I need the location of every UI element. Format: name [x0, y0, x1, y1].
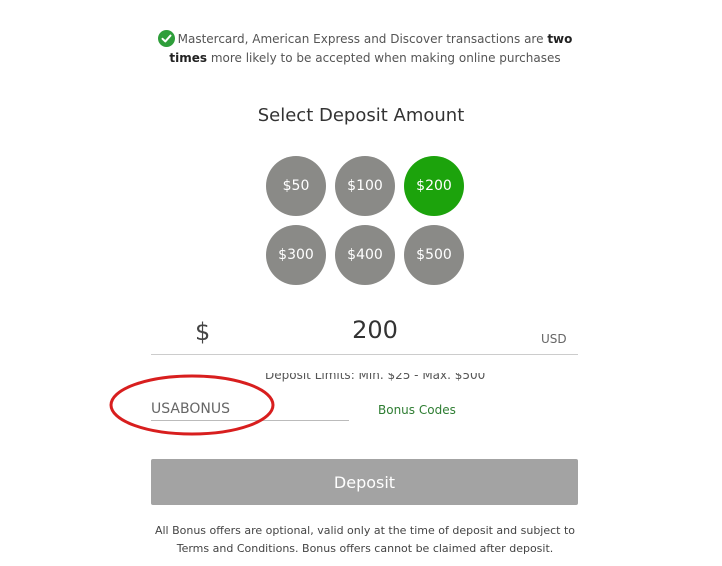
section-title: Select Deposit Amount [257, 105, 465, 126]
currency-unit: USD [541, 332, 567, 346]
deposit-limits-text: Deposit Limits: Min. $25 - Max. $500 [265, 373, 486, 382]
amount-option-300[interactable]: $300 [266, 225, 326, 285]
check-circle-icon [157, 30, 175, 47]
card-acceptance-notice: Mastercard, American Express and Discove… [150, 30, 580, 68]
amount-option-400[interactable]: $400 [335, 225, 395, 285]
bonus-codes-link[interactable]: Bonus Codes [378, 403, 456, 417]
deposit-limits: Deposit Limits: Min. $25 - Max. $500 [265, 373, 485, 382]
amount-underline [151, 354, 578, 355]
currency-symbol: $ [195, 318, 211, 346]
amount-option-label: $50 [282, 178, 310, 194]
amount-value[interactable]: 200 [260, 316, 490, 344]
amount-option-label: $200 [416, 178, 452, 194]
amount-option-label: $400 [347, 247, 383, 263]
bonus-disclaimer: All Bonus offers are optional, valid onl… [140, 522, 590, 558]
notice-bold-two: two [547, 32, 573, 46]
notice-bold-times: times [169, 51, 207, 65]
amount-option-50[interactable]: $50 [266, 156, 326, 216]
deposit-button[interactable]: Deposit [151, 459, 578, 505]
amount-option-label: $300 [278, 247, 314, 263]
annotation-circle [109, 374, 275, 436]
amount-option-label: $100 [347, 178, 383, 194]
amount-option-500[interactable]: $500 [404, 225, 464, 285]
disclaimer-line-1: All Bonus offers are optional, valid onl… [154, 524, 576, 537]
notice-text-after: more likely to be accepted when making o… [207, 51, 561, 65]
disclaimer-line-2: Terms and Conditions. Bonus offers canno… [176, 542, 554, 555]
amount-option-label: $500 [416, 247, 452, 263]
amount-option-200[interactable]: $200 [404, 156, 464, 216]
amount-option-100[interactable]: $100 [335, 156, 395, 216]
notice-text-before: Mastercard, American Express and Discove… [177, 32, 548, 46]
